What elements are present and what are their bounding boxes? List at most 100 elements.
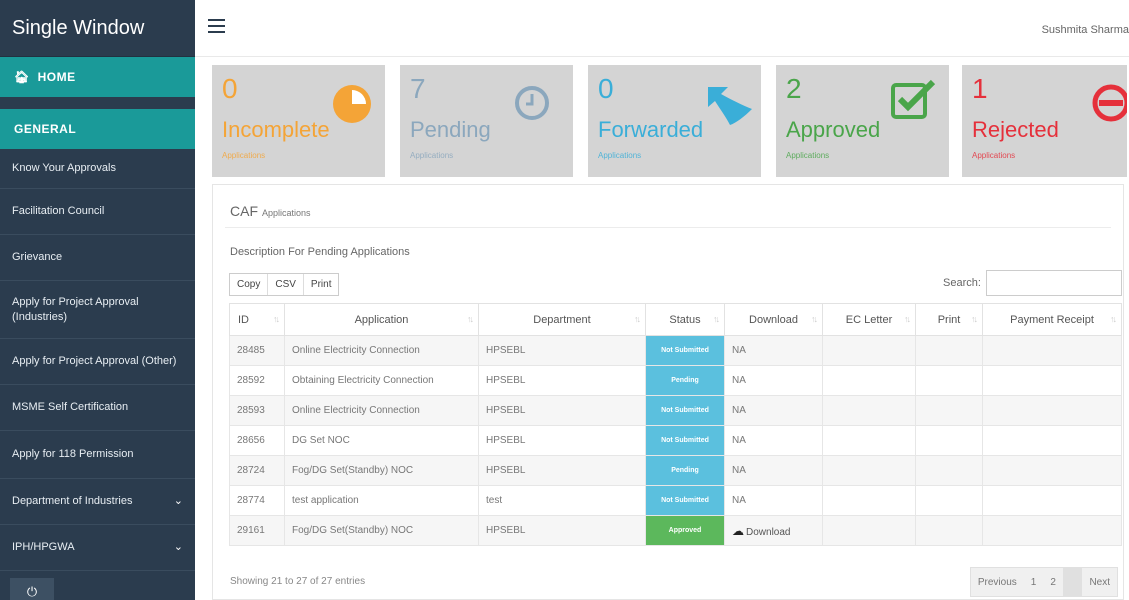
cell-payment-receipt <box>982 515 1122 546</box>
cell-id: 28592 <box>229 365 285 396</box>
applications-table: ID ↑↓ Application ↑↓ Department ↑↓ Status ↑↓… <box>229 303 1122 546</box>
pagination-page-1[interactable]: 1 <box>1024 568 1044 596</box>
sidebar-item-department-of-industries[interactable]: Department of Industries ⌄ <box>0 479 195 525</box>
csv-button[interactable]: CSV <box>268 274 304 295</box>
cell-ec-letter <box>822 365 916 396</box>
panel-subtitle: Applications <box>262 208 311 218</box>
export-button-group: Copy CSV Print <box>229 273 340 296</box>
user-name[interactable]: Sushmita Sharma <box>1042 24 1129 36</box>
cell-id: 28593 <box>229 395 285 426</box>
stat-card-forwarded[interactable]: 0 Forwarded Applications <box>588 65 761 177</box>
stat-sublabel: Applications <box>786 151 830 160</box>
sidebar-item-know-your-approvals[interactable]: Know Your Approvals <box>0 149 195 189</box>
cell-application: Online Electricity Connection <box>284 335 479 366</box>
table-row[interactable]: 28656 DG Set NOC HPSEBL Not Submitted NA <box>229 425 1122 456</box>
column-header-ec-letter[interactable]: EC Letter ↑↓ <box>822 303 916 336</box>
cell-department: HPSEBL <box>478 395 646 426</box>
cell-download: NA <box>724 335 823 366</box>
cell-print <box>915 485 983 516</box>
stat-count: 7 <box>410 73 426 104</box>
stat-card-approved[interactable]: 2 Approved Applications <box>776 65 949 177</box>
sidebar-item-iph-hpgwa[interactable]: IPH/HPGWA ⌄ <box>0 525 195 571</box>
pagination-previous[interactable]: Previous <box>971 568 1024 596</box>
cell-payment-receipt <box>982 335 1122 366</box>
panel-title: CAF Applications <box>230 203 311 219</box>
stat-sublabel: Applications <box>972 151 1016 160</box>
column-header-application[interactable]: Application ↑↓ <box>284 303 479 336</box>
column-header-payment-receipt[interactable]: Payment Receipt ↑↓ <box>982 303 1122 336</box>
cell-download: NA <box>724 455 823 486</box>
table-row[interactable]: 28592 Obtaining Electricity Connection H… <box>229 365 1122 396</box>
cell-id: 28774 <box>229 485 285 516</box>
sidebar: Single Window 🏠︎ HOME GENERAL Know Your … <box>0 0 195 600</box>
caf-applications-panel: CAF Applications Description For Pending … <box>212 184 1124 600</box>
cell-status: Approved <box>645 515 725 546</box>
stat-card-rejected[interactable]: 1 Rejected Applications <box>962 65 1127 177</box>
sidebar-item-label: Apply for Project Approval (Other) <box>12 355 177 367</box>
top-bar: Sushmita Sharma <box>195 0 1129 57</box>
search-input[interactable] <box>986 270 1122 296</box>
sidebar-item-118-permission[interactable]: Apply for 118 Permission <box>0 431 195 479</box>
table-row[interactable]: 28724 Fog/DG Set(Standby) NOC HPSEBL Pen… <box>229 455 1122 486</box>
table-row[interactable]: 28593 Online Electricity Connection HPSE… <box>229 395 1122 426</box>
cell-status: Not Submitted <box>645 395 725 426</box>
column-header-download[interactable]: Download ↑↓ <box>724 303 823 336</box>
pagination-page-3[interactable]: 3 <box>1062 568 1083 596</box>
status-badge: Not Submitted <box>646 486 724 515</box>
stat-label: Approved <box>786 117 881 142</box>
sidebar-item-label: Know Your Approvals <box>12 162 116 174</box>
stat-card-pending[interactable]: 7 Pending Applications <box>400 65 573 177</box>
cell-department: test <box>478 485 646 516</box>
table-row[interactable]: 28485 Online Electricity Connection HPSE… <box>229 335 1122 366</box>
cell-ec-letter <box>822 335 916 366</box>
cell-download: ☁ Download <box>724 515 823 546</box>
cell-application: Fog/DG Set(Standby) NOC <box>284 455 479 486</box>
cell-id: 28485 <box>229 335 285 366</box>
copy-button[interactable]: Copy <box>230 274 269 295</box>
sidebar-item-facilitation-council[interactable]: Facilitation Council <box>0 189 195 235</box>
sidebar-item-project-approval-other[interactable]: Apply for Project Approval (Other) <box>0 339 195 385</box>
power-button[interactable]: ⏻ <box>10 578 54 600</box>
search-label: Search: <box>943 277 981 289</box>
status-badge: Approved <box>646 516 724 545</box>
column-header-print[interactable]: Print ↑↓ <box>915 303 983 336</box>
sidebar-item-label: Department of Industries <box>12 495 133 507</box>
cell-status: Not Submitted <box>645 485 725 516</box>
brand-title[interactable]: Single Window <box>0 0 195 57</box>
cell-download: NA <box>724 425 823 456</box>
cell-print <box>915 395 983 426</box>
clock-icon <box>515 86 549 120</box>
column-header-id[interactable]: ID ↑↓ <box>229 303 285 336</box>
sidebar-section-general[interactable]: GENERAL <box>0 109 195 149</box>
pagination: Previous 1 2 3 Next <box>969 567 1118 597</box>
sidebar-item-label: Facilitation Council <box>12 205 105 217</box>
sidebar-item-grievance[interactable]: Grievance <box>0 235 195 281</box>
sidebar-item-home[interactable]: 🏠︎ HOME <box>0 57 195 97</box>
column-header-department[interactable]: Department ↑↓ <box>478 303 646 336</box>
stat-sublabel: Applications <box>410 151 454 160</box>
sidebar-item-msme-self-certification[interactable]: MSME Self Certification <box>0 385 195 431</box>
sidebar-item-project-approval-industries[interactable]: Apply for Project Approval (Industries) <box>0 281 195 339</box>
cell-department: HPSEBL <box>478 335 646 366</box>
power-icon: ⏻ <box>26 584 38 599</box>
stat-sublabel: Applications <box>598 151 642 160</box>
check-square-icon <box>891 79 936 119</box>
status-badge: Not Submitted <box>646 396 724 425</box>
download-link[interactable]: Download <box>746 527 790 538</box>
chevron-down-icon: ⌄ <box>173 495 183 507</box>
pie-chart-icon <box>333 85 371 123</box>
hamburger-menu-icon[interactable] <box>208 19 225 33</box>
table-row[interactable]: 28774 test application test Not Submitte… <box>229 485 1122 516</box>
cell-download: NA <box>724 395 823 426</box>
table-header-row: ID ↑↓ Application ↑↓ Department ↑↓ Status ↑↓… <box>229 303 1122 336</box>
table-info: Showing 21 to 27 of 27 entries <box>230 576 366 587</box>
table-row[interactable]: 29161 Fog/DG Set(Standby) NOC HPSEBL App… <box>229 515 1122 546</box>
cell-payment-receipt <box>982 395 1122 426</box>
pagination-next[interactable]: Next <box>1082 568 1117 596</box>
column-header-status[interactable]: Status ↑↓ <box>645 303 725 336</box>
print-button[interactable]: Print <box>303 274 339 295</box>
pagination-page-2[interactable]: 2 <box>1043 568 1063 596</box>
stat-count: 1 <box>972 73 988 104</box>
stat-card-incomplete[interactable]: 0 Incomplete Applications <box>212 65 385 177</box>
cell-application: DG Set NOC <box>284 425 479 456</box>
